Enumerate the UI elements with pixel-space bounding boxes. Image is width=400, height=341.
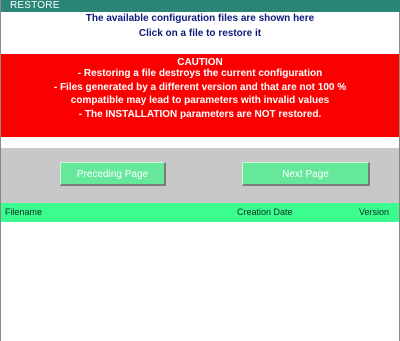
caution-line-2: - Files generated by a different version… [53, 82, 347, 93]
page-navigation-panel: Preceding Page Next Page [1, 148, 399, 203]
next-page-button[interactable]: Next Page [242, 162, 370, 186]
caution-line-4: - The INSTALLATION parameters are NOT re… [78, 109, 322, 120]
file-list[interactable] [1, 222, 399, 341]
caution-line-3: compatible may lead to parameters with i… [70, 95, 330, 106]
info-line-available: The available configuration files are sh… [85, 13, 315, 24]
caution-box: CAUTION - Restoring a file destroys the … [1, 54, 399, 137]
restore-window: RESTORE The available configuration file… [0, 0, 400, 341]
column-header-filename[interactable]: Filename [5, 203, 42, 222]
preceding-page-button[interactable]: Preceding Page [60, 162, 166, 186]
window-title: RESTORE [1, 0, 400, 12]
file-table-header: Filename Creation Date Version [1, 203, 399, 222]
column-header-version[interactable]: Version [359, 203, 389, 222]
column-header-creation-date[interactable]: Creation Date [237, 203, 293, 222]
caution-line-1: - Restoring a file destroys the current … [77, 68, 323, 79]
info-line-instruction: Click on a file to restore it [138, 28, 262, 39]
